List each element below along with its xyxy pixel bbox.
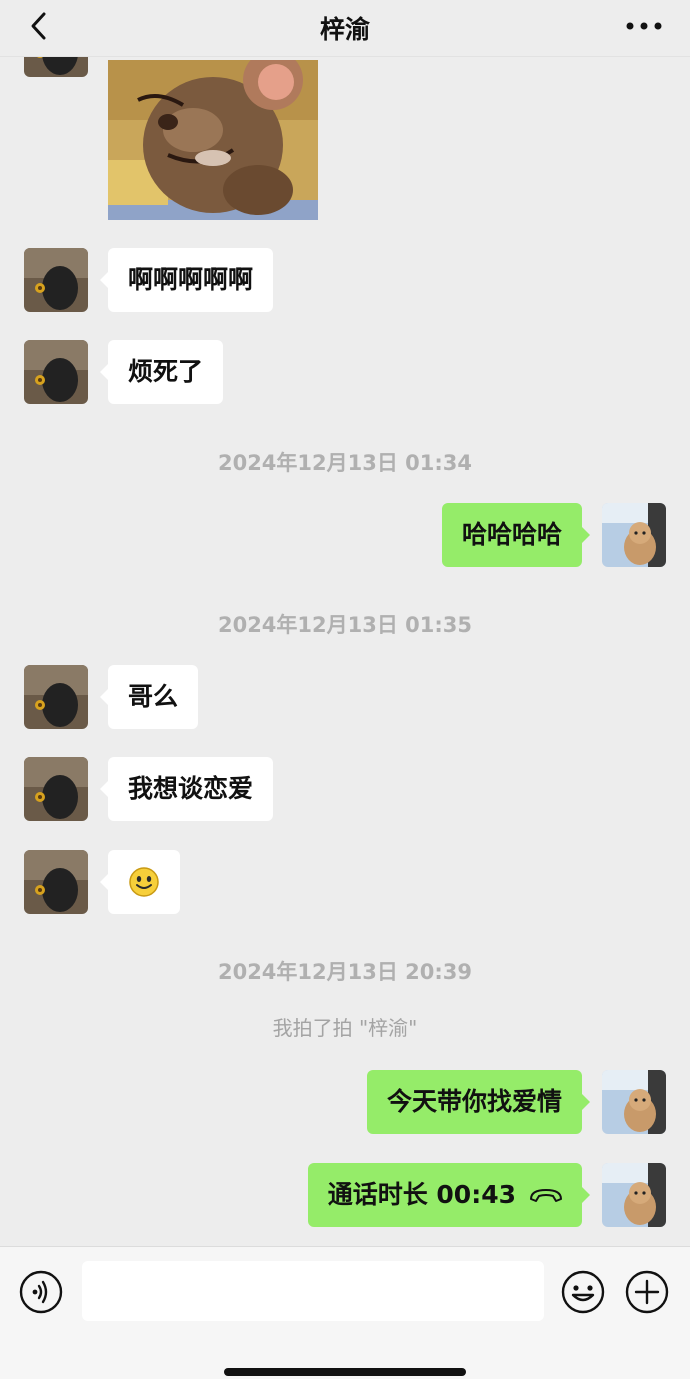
timestamp: 2024年12月13日 20:39 — [217, 960, 473, 984]
image-message[interactable] — [108, 60, 318, 220]
chat-header: 梓渝 — [0, 0, 690, 57]
contact-avatar[interactable] — [24, 850, 88, 914]
my-avatar[interactable] — [602, 1163, 666, 1227]
contact-avatar[interactable] — [24, 57, 88, 77]
timestamp: 2024年12月13日 01:34 — [217, 451, 473, 475]
plus-icon — [625, 1270, 669, 1314]
message-bubble-outgoing[interactable]: 哈哈哈哈 — [441, 503, 591, 567]
my-avatar[interactable] — [602, 1070, 666, 1134]
voice-button[interactable] — [18, 1269, 64, 1315]
contact-avatar[interactable] — [24, 248, 88, 312]
voice-icon — [19, 1270, 63, 1314]
more-actions-button[interactable] — [624, 1269, 670, 1315]
contact-avatar[interactable] — [24, 757, 88, 821]
contact-avatar[interactable] — [24, 340, 88, 404]
smiley-emoji-icon — [129, 867, 159, 897]
message-bubble-incoming[interactable]: 啊啊啊啊啊 — [99, 248, 274, 312]
message-bubble-incoming[interactable]: 我想谈恋爱 — [99, 757, 274, 821]
message-list[interactable]: 啊啊啊啊啊 烦死了 2024年12月13日 01:34 哈哈哈哈 2024年12… — [0, 57, 690, 1245]
home-indicator[interactable] — [224, 1368, 466, 1376]
message-bubble-incoming[interactable]: 哥么 — [99, 665, 199, 729]
more-dots-icon — [626, 22, 662, 30]
contact-avatar[interactable] — [24, 665, 88, 729]
pat-notice: 我拍了拍 "梓渝" — [272, 1016, 418, 1040]
cartoon-mouse-sticker — [108, 60, 318, 220]
more-button[interactable] — [624, 12, 664, 40]
call-record-bubble[interactable]: 通话时长 00:43 — [307, 1163, 591, 1227]
message-bubble-incoming[interactable]: 烦死了 — [99, 340, 224, 404]
emoji-button[interactable] — [560, 1269, 606, 1315]
emoji-icon — [561, 1270, 605, 1314]
message-bubble-incoming[interactable] — [100, 850, 180, 914]
message-input[interactable] — [82, 1261, 544, 1321]
chat-title: 梓渝 — [319, 15, 370, 44]
call-duration-label: 通话时长 00:43 — [327, 1180, 516, 1209]
my-avatar[interactable] — [602, 503, 666, 567]
message-bubble-outgoing[interactable]: 今天带你找爱情 — [366, 1070, 591, 1134]
timestamp: 2024年12月13日 01:35 — [217, 613, 473, 637]
input-bar — [0, 1246, 690, 1379]
phone-hangup-icon — [530, 1189, 562, 1202]
